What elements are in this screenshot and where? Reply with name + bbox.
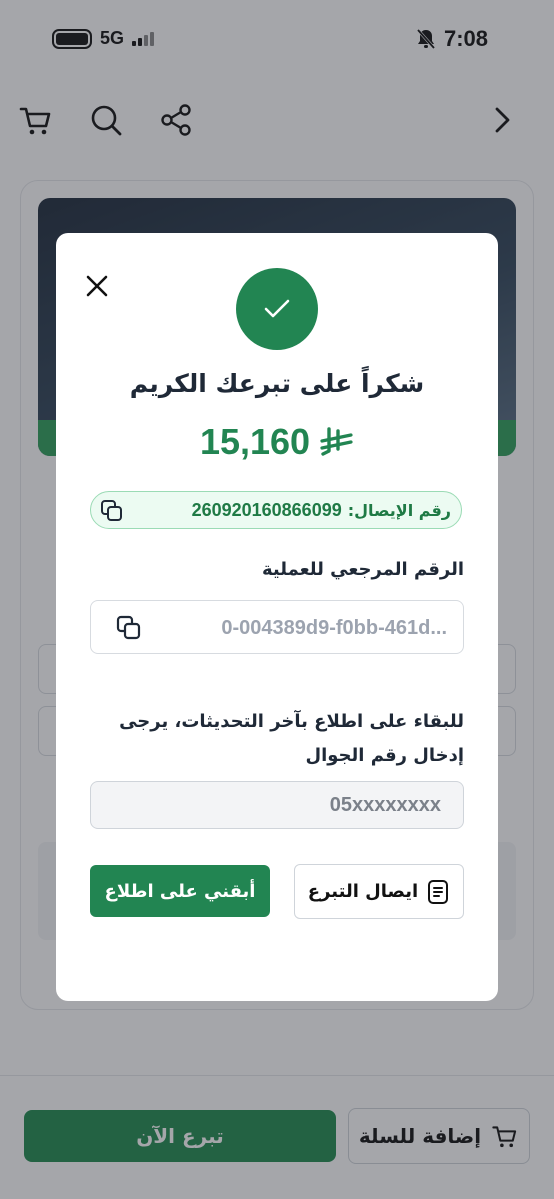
phone-number-input[interactable]	[90, 781, 464, 829]
document-icon	[428, 879, 449, 904]
close-button[interactable]	[80, 269, 114, 303]
reference-number-label: الرقم المرجعي للعملية	[261, 559, 464, 580]
receipt-number-value: 260920160866099	[191, 499, 342, 520]
check-icon	[264, 299, 290, 318]
keep-me-informed-label: أبقني على اطلاع	[104, 880, 256, 902]
phone-prompt-text: للبقاء على اطلاع بآخر التحديثات، يرجى إد…	[119, 711, 464, 766]
donation-success-dialog: شكراً على تبرعك الكريم 15,160 رقم الإيصا…	[56, 233, 498, 1001]
donation-receipt-label: ايصال التبرع	[307, 881, 419, 902]
reference-number-field: 0-004389d9-f0bb-461d...	[90, 600, 464, 654]
donation-receipt-button[interactable]: ايصال التبرع	[294, 864, 464, 919]
donation-amount: 15,160	[56, 421, 498, 463]
success-badge	[236, 268, 318, 350]
close-icon	[86, 275, 108, 297]
receipt-number-pill: رقم الإيصال: 260920160866099	[90, 491, 462, 529]
riyal-icon	[320, 427, 353, 456]
reference-number-value: 0-004389d9-f0bb-461d...	[221, 617, 447, 639]
keep-me-informed-button[interactable]: أبقني على اطلاع	[90, 865, 270, 917]
receipt-number-label: رقم الإيصال:	[347, 500, 451, 520]
copy-icon[interactable]	[99, 498, 125, 524]
thank-you-title: شكراً على تبرعك الكريم	[129, 369, 425, 398]
copy-icon[interactable]	[115, 614, 143, 642]
amount-value: 15,160	[199, 421, 311, 462]
